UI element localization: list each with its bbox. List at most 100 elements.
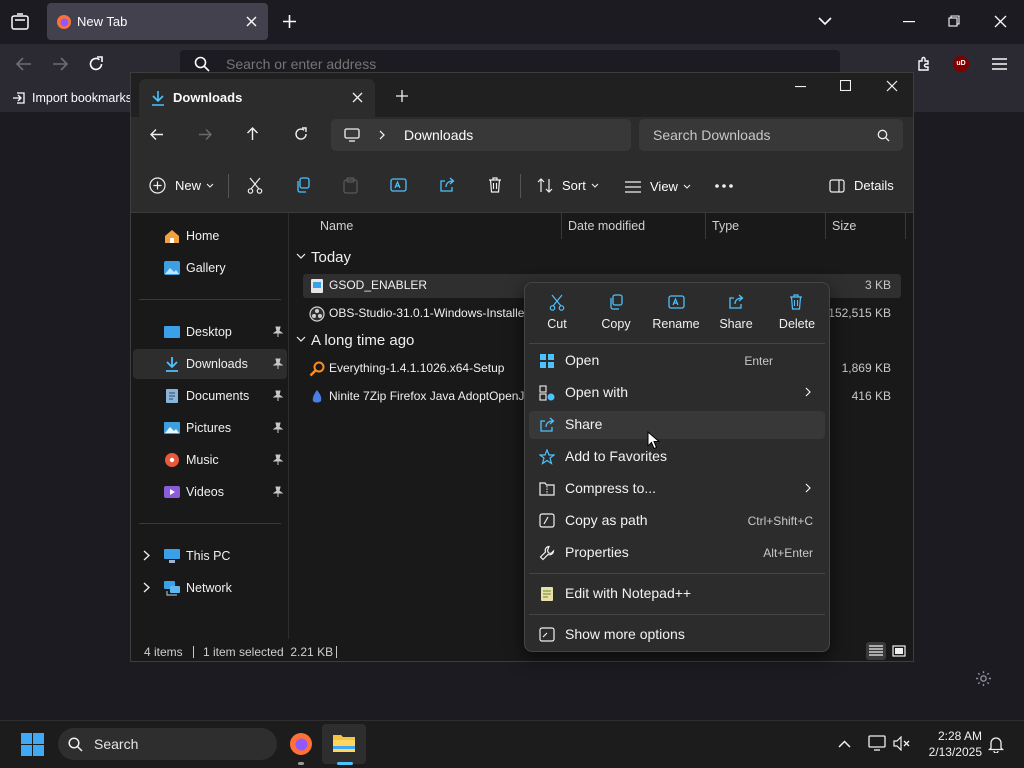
view-button[interactable]: View: [625, 179, 691, 194]
pin-icon[interactable]: [273, 390, 283, 402]
chevron-right-icon[interactable]: [143, 582, 150, 593]
menu-label: Edit with Notepad++: [565, 585, 692, 601]
chevron-up-icon[interactable]: [838, 740, 851, 748]
menu-item-open-with[interactable]: Open with: [529, 379, 825, 407]
back-arrow-icon[interactable]: [150, 128, 164, 141]
tab-overview-button[interactable]: [10, 12, 30, 32]
back-arrow-icon[interactable]: [16, 57, 32, 71]
pin-icon[interactable]: [273, 358, 283, 370]
import-bookmarks-button[interactable]: Import bookmarks: [12, 91, 132, 105]
new-tab-icon[interactable]: [282, 14, 297, 29]
context-rename-button[interactable]: Rename: [647, 293, 705, 347]
breadcrumb-chevron-icon[interactable]: [379, 130, 385, 140]
nav-label: Gallery: [186, 261, 226, 275]
rename-label: Rename: [652, 317, 700, 331]
column-header-name[interactable]: Name: [320, 219, 353, 233]
new-button[interactable]: New: [149, 177, 214, 194]
up-arrow-icon[interactable]: [246, 127, 259, 141]
close-window-icon[interactable]: [994, 15, 1007, 28]
delete-trash-icon[interactable]: [488, 177, 502, 193]
group-header-older[interactable]: A long time ago: [311, 332, 414, 349]
search-icon: [68, 737, 83, 752]
nav-item-downloads[interactable]: Downloads: [133, 349, 287, 379]
notification-bell-icon[interactable]: [988, 736, 1004, 753]
pin-icon[interactable]: [273, 326, 283, 338]
column-header-size[interactable]: Size: [832, 219, 856, 233]
column-header-type[interactable]: Type: [712, 219, 739, 233]
nav-item-music[interactable]: Music: [133, 445, 287, 475]
large-icons-view-icon[interactable]: [892, 645, 906, 657]
new-tab-icon[interactable]: [396, 90, 408, 102]
copy-icon[interactable]: [295, 177, 311, 193]
taskbar-search-box[interactable]: Search: [58, 728, 277, 760]
cut-scissors-icon[interactable]: [247, 177, 263, 194]
menu-item-show-more-options[interactable]: Show more options: [529, 621, 825, 649]
rename-icon[interactable]: [390, 177, 407, 193]
close-tab-icon[interactable]: [246, 16, 257, 27]
refresh-icon[interactable]: [294, 127, 308, 141]
group-header-today[interactable]: Today: [311, 249, 351, 266]
firefox-taskbar-icon[interactable]: [289, 732, 313, 756]
minimize-icon[interactable]: [795, 86, 806, 88]
menu-item-compress-to[interactable]: Compress to...: [529, 475, 825, 503]
share-icon[interactable]: [439, 177, 456, 193]
taskbar-clock[interactable]: 2:28 AM 2/13/2025: [908, 728, 982, 760]
open-app-icon: [540, 354, 554, 368]
pin-icon[interactable]: [273, 454, 283, 466]
network-monitor-icon[interactable]: [868, 735, 886, 751]
nav-item-gallery[interactable]: Gallery: [133, 253, 287, 283]
pin-icon[interactable]: [273, 422, 283, 434]
restore-icon[interactable]: [948, 15, 960, 27]
minimize-icon[interactable]: [903, 21, 915, 23]
maximize-icon[interactable]: [840, 80, 851, 91]
nav-item-this-pc[interactable]: This PC: [133, 541, 287, 571]
menu-label: Open: [565, 352, 600, 368]
context-cut-button[interactable]: Cut: [528, 293, 586, 347]
forward-arrow-icon[interactable]: [198, 128, 212, 141]
nav-item-home[interactable]: Home: [133, 221, 287, 251]
windows-start-icon[interactable]: [21, 733, 44, 756]
address-bar[interactable]: Downloads: [331, 119, 631, 151]
menu-item-share[interactable]: Share: [529, 411, 825, 439]
menu-item-properties[interactable]: Properties Alt+Enter: [529, 539, 825, 567]
details-pane-button[interactable]: Details: [829, 178, 894, 193]
close-tab-icon[interactable]: [352, 92, 363, 103]
nav-item-network[interactable]: Network: [133, 573, 287, 603]
group-collapse-chevron-icon[interactable]: [296, 253, 306, 260]
details-view-button[interactable]: [866, 642, 886, 660]
reload-icon[interactable]: [88, 56, 104, 72]
chevron-right-icon[interactable]: [143, 550, 150, 561]
context-copy-button[interactable]: Copy: [587, 293, 645, 347]
menu-shortcut: Enter: [744, 354, 773, 368]
nav-item-videos[interactable]: Videos: [133, 477, 287, 507]
explorer-tab-downloads[interactable]: Downloads: [139, 79, 375, 117]
context-delete-button[interactable]: Delete: [768, 293, 826, 347]
forward-arrow-icon[interactable]: [52, 57, 68, 71]
search-downloads-box[interactable]: Search Downloads: [639, 119, 903, 151]
close-window-icon[interactable]: [886, 80, 898, 92]
copy-icon: [610, 294, 623, 310]
pin-icon[interactable]: [273, 486, 283, 498]
list-tabs-chevron-icon[interactable]: [818, 16, 832, 26]
context-share-button[interactable]: Share: [707, 293, 765, 347]
customize-gear-icon[interactable]: [975, 670, 992, 687]
nav-item-desktop[interactable]: Desktop: [133, 317, 287, 347]
copy-path-icon: [539, 513, 555, 528]
nav-item-pictures[interactable]: Pictures: [133, 413, 287, 443]
paste-clipboard-icon[interactable]: [343, 177, 358, 194]
url-input[interactable]: [226, 56, 626, 72]
menu-hamburger-icon[interactable]: [992, 58, 1007, 70]
menu-item-open[interactable]: Open Enter: [529, 347, 825, 375]
nav-item-documents[interactable]: Documents: [133, 381, 287, 411]
sort-button[interactable]: Sort: [537, 178, 599, 193]
firefox-tab-new-tab[interactable]: New Tab: [47, 3, 268, 40]
column-header-date[interactable]: Date modified: [568, 219, 645, 233]
ublock-origin-icon[interactable]: uD: [953, 56, 969, 72]
breadcrumb-downloads[interactable]: Downloads: [404, 127, 473, 143]
menu-item-edit-with-notepad[interactable]: Edit with Notepad++: [529, 580, 825, 608]
menu-item-copy-as-path[interactable]: Copy as path Ctrl+Shift+C: [529, 507, 825, 535]
group-collapse-chevron-icon[interactable]: [296, 336, 306, 343]
extensions-puzzle-icon[interactable]: [916, 56, 932, 72]
menu-item-add-to-favorites[interactable]: Add to Favorites: [529, 443, 825, 471]
more-options-icon[interactable]: [715, 184, 733, 188]
